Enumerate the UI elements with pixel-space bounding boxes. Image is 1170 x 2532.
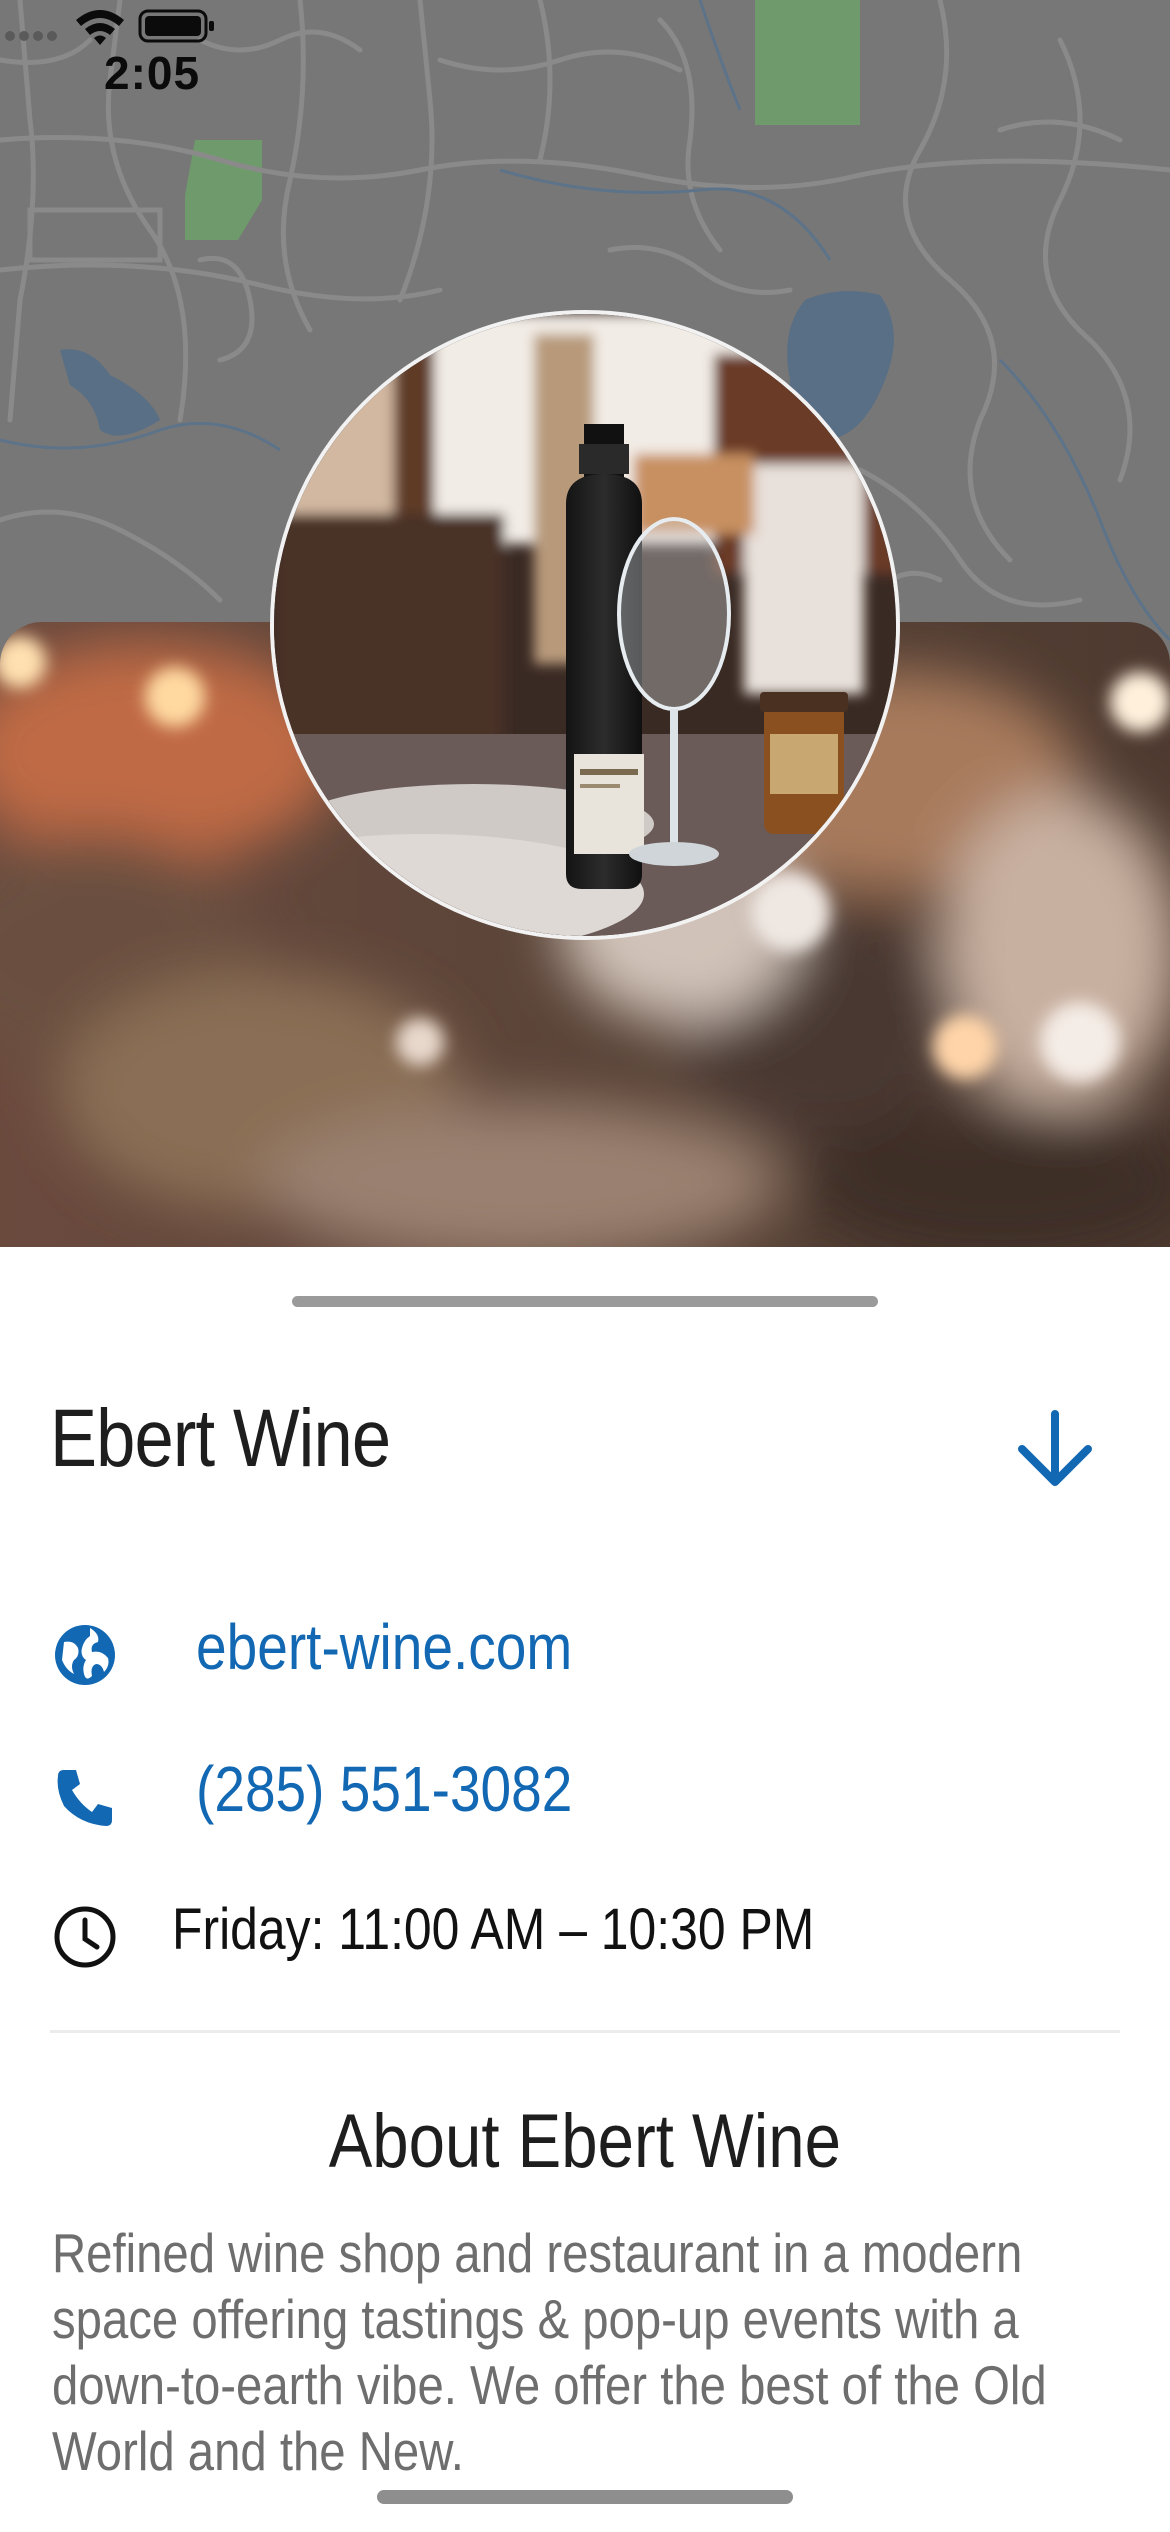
arrow-down-icon [1018,1410,1092,1486]
website-link[interactable]: ebert-wine.com [196,1610,572,1684]
phone-row[interactable]: (285) 551-3082 [50,1742,1130,1842]
wifi-icon [76,10,124,45]
status-icons [5,9,214,45]
clock-icon [54,1906,116,1968]
website-row[interactable]: ebert-wine.com [50,1600,1130,1700]
place-title: Ebert Wine [50,1393,391,1484]
about-description: Refined wine shop and restaurant in a mo… [52,2222,1047,2482]
divider [50,2030,1120,2033]
cellular-signal-icon [5,31,57,41]
home-indicator[interactable] [377,2490,793,2504]
about-heading-text: About Ebert Wine [328,2099,842,2184]
place-avatar [270,310,900,940]
hours-text: Friday: 11:00 AM – 10:30 PM [172,1897,815,1962]
hours-row: Friday: 11:00 AM – 10:30 PM [50,1882,1130,1982]
phone-link[interactable]: (285) 551-3082 [196,1752,572,1826]
phone-icon [57,1770,112,1826]
collapse-button[interactable] [1010,1404,1100,1494]
globe-icon [55,1625,115,1685]
status-time: 2:05 [104,47,201,99]
sheet-drag-handle[interactable] [292,1296,878,1307]
battery-icon [138,9,214,43]
about-heading: About Ebert Wine [0,2098,1170,2185]
